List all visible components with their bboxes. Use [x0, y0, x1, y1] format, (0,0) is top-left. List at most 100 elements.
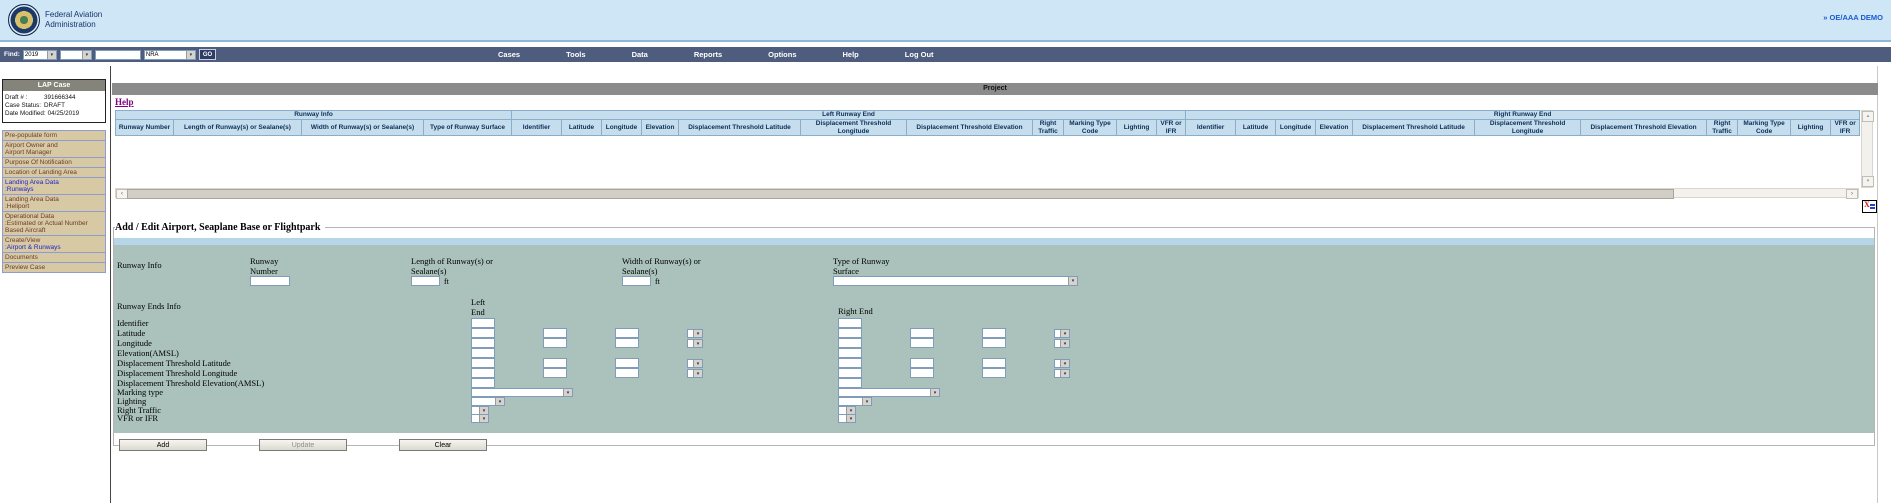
left-end-displacement-threshold-latitude-direction-select[interactable] [687, 359, 703, 368]
right-end-displacement-threshold-latitude-input-3[interactable] [982, 358, 1006, 368]
left-end-displacement-threshold-latitude-input-3[interactable] [615, 358, 639, 368]
find-bar: Find: 2019 NRA GO [4, 49, 216, 60]
excel-export-icon[interactable]: X [1862, 200, 1877, 213]
add-button[interactable]: Add [119, 439, 207, 451]
left-end-displacement-threshold-elevation-amsl-input[interactable] [471, 378, 495, 388]
sidebar-item-line: Landing Area Data [5, 179, 103, 186]
update-button[interactable]: Update [259, 439, 347, 451]
runway-surface-select[interactable] [833, 276, 1078, 286]
left-end-displacement-threshold-longitude-input-2[interactable] [543, 368, 567, 378]
left-end-longitude-direction-select[interactable] [687, 339, 703, 348]
left-end-longitude-input-3[interactable] [615, 338, 639, 348]
app-header: Federal Aviation Administration » OE/AAA… [0, 0, 1891, 42]
right-end-longitude-input-1[interactable] [838, 338, 862, 348]
right-end-marking-type-select[interactable] [838, 388, 940, 397]
right-end-displacement-threshold-latitude-input-2[interactable] [910, 358, 934, 368]
right-end-lighting-select[interactable] [838, 397, 872, 406]
oe-aaa-demo-link[interactable]: » OE/AAA DEMO [1823, 13, 1883, 22]
left-end-marking-type-select[interactable] [471, 388, 573, 397]
table-group-row: Runway InfoLeft Runway EndRight Runway E… [116, 111, 1860, 120]
right-end-longitude-input-2[interactable] [910, 338, 934, 348]
left-end-displacement-threshold-longitude-input-1[interactable] [471, 368, 495, 378]
menu-item-options[interactable]: Options [768, 50, 796, 59]
menu-item-cases[interactable]: Cases [498, 50, 520, 59]
menu-item-tools[interactable]: Tools [566, 50, 585, 59]
sidebar-item-line: Airport Owner and [5, 142, 103, 149]
sidebar-item-purpose-of-notification[interactable]: Purpose Of Notification [3, 158, 105, 168]
left-end-lighting-select[interactable] [471, 397, 505, 406]
sidebar-item-preview-case[interactable]: Preview Case [3, 263, 105, 272]
clear-button[interactable]: Clear [399, 439, 487, 451]
agency-name-line1: Federal Aviation [45, 10, 102, 20]
table-column-lighting: Lighting [1791, 120, 1831, 136]
runway-width-input[interactable] [622, 276, 651, 286]
menu-item-log-out[interactable]: Log Out [905, 50, 934, 59]
faa-seal-logo [8, 4, 40, 36]
right-end-latitude-direction-select[interactable] [1054, 329, 1070, 338]
sidebar-item-landing-area-data[interactable]: Landing Area Data:Heliport [3, 195, 105, 212]
table-column-displacement-threshold-latitude: Displacement Threshold Latitude [679, 120, 801, 136]
left-end-longitude-input-2[interactable] [543, 338, 567, 348]
sidebar-item-location-of-landing-area[interactable]: Location of Landing Area [3, 168, 105, 178]
find-category-select[interactable]: NRA [144, 50, 196, 60]
lap-case-title: LAP Case [3, 80, 105, 91]
right-end-displacement-threshold-longitude-input-3[interactable] [982, 368, 1006, 378]
left-end-vfr-or-ifr-select[interactable] [471, 414, 489, 423]
sidebar-item-pre-populate-form[interactable]: Pre-populate form [3, 131, 105, 141]
right-end-displacement-threshold-latitude-input-1[interactable] [838, 358, 862, 368]
chevron-down-icon[interactable]: ▾ [1862, 176, 1874, 187]
right-end-elevation-amsl-input[interactable] [838, 348, 862, 358]
right-end-displacement-threshold-elevation-amsl-input[interactable] [838, 378, 862, 388]
runway-number-input[interactable] [250, 276, 290, 286]
find-number-input[interactable] [95, 50, 141, 60]
table-column-lighting: Lighting [1117, 120, 1157, 136]
runway-length-input[interactable] [411, 276, 440, 286]
project-title-bar: Project [112, 83, 1878, 95]
left-end-latitude-input-2[interactable] [543, 328, 567, 338]
left-end-elevation-amsl-input[interactable] [471, 348, 495, 358]
help-link[interactable]: Help [115, 97, 134, 107]
table-column-type-of-runway-surface: Type of Runway Surface [424, 120, 512, 136]
find-type-select[interactable] [60, 50, 92, 60]
right-end-displacement-threshold-latitude-direction-select[interactable] [1054, 359, 1070, 368]
right-end-displacement-threshold-longitude-input-2[interactable] [910, 368, 934, 378]
table-horizontal-scrollbar[interactable]: ‹ › [115, 188, 1859, 198]
runway-width-unit: ft [655, 277, 660, 286]
left-end-displacement-threshold-longitude-input-3[interactable] [615, 368, 639, 378]
table-column-latitude: Latitude [1236, 120, 1276, 136]
content-right-edge [1877, 66, 1878, 503]
menu-item-help[interactable]: Help [843, 50, 859, 59]
horizontal-scrollbar-thumb[interactable] [127, 189, 1674, 199]
right-end-displacement-threshold-longitude-direction-select[interactable] [1054, 369, 1070, 378]
right-end-identifier-input[interactable] [838, 318, 862, 328]
right-end-displacement-threshold-longitude-input-1[interactable] [838, 368, 862, 378]
right-end-latitude-input-1[interactable] [838, 328, 862, 338]
right-end-latitude-input-2[interactable] [910, 328, 934, 338]
sidebar-item-documents[interactable]: Documents [3, 253, 105, 263]
chevron-up-icon[interactable]: ▴ [1862, 111, 1874, 122]
sidebar-item-airport-owner-and[interactable]: Airport Owner andAirport Manager [3, 141, 105, 158]
sidebar-item-landing-area-data[interactable]: Landing Area Data:Runways [3, 178, 105, 195]
go-button[interactable]: GO [199, 49, 216, 60]
right-end-longitude-input-3[interactable] [982, 338, 1006, 348]
left-end-longitude-input-1[interactable] [471, 338, 495, 348]
left-end-displacement-threshold-longitude-direction-select[interactable] [687, 369, 703, 378]
menu-item-data[interactable]: Data [632, 50, 648, 59]
table-vertical-scrollbar[interactable]: ▴ ▾ [1861, 110, 1873, 188]
menu-item-reports[interactable]: Reports [694, 50, 722, 59]
chevron-right-icon[interactable]: › [1846, 189, 1858, 199]
find-year-select[interactable]: 2019 [23, 50, 57, 60]
left-end-displacement-threshold-latitude-input-2[interactable] [543, 358, 567, 368]
left-end-displacement-threshold-latitude-input-1[interactable] [471, 358, 495, 368]
left-end-identifier-input[interactable] [471, 318, 495, 328]
left-end-latitude-input-3[interactable] [615, 328, 639, 338]
case-meta-row: Case Status:DRAFT [5, 102, 103, 110]
left-end-latitude-input-1[interactable] [471, 328, 495, 338]
sidebar-item-operational-data[interactable]: Operational Data:Estimated or Actual Num… [3, 212, 105, 236]
right-end-latitude-input-3[interactable] [982, 328, 1006, 338]
right-end-longitude-direction-select[interactable] [1054, 339, 1070, 348]
left-end-latitude-direction-select[interactable] [687, 329, 703, 338]
sidebar-item-line: Documents [5, 254, 103, 261]
right-end-vfr-or-ifr-select[interactable] [838, 414, 856, 423]
sidebar-item-create-view[interactable]: Create/View:Airport & Runways [3, 236, 105, 253]
